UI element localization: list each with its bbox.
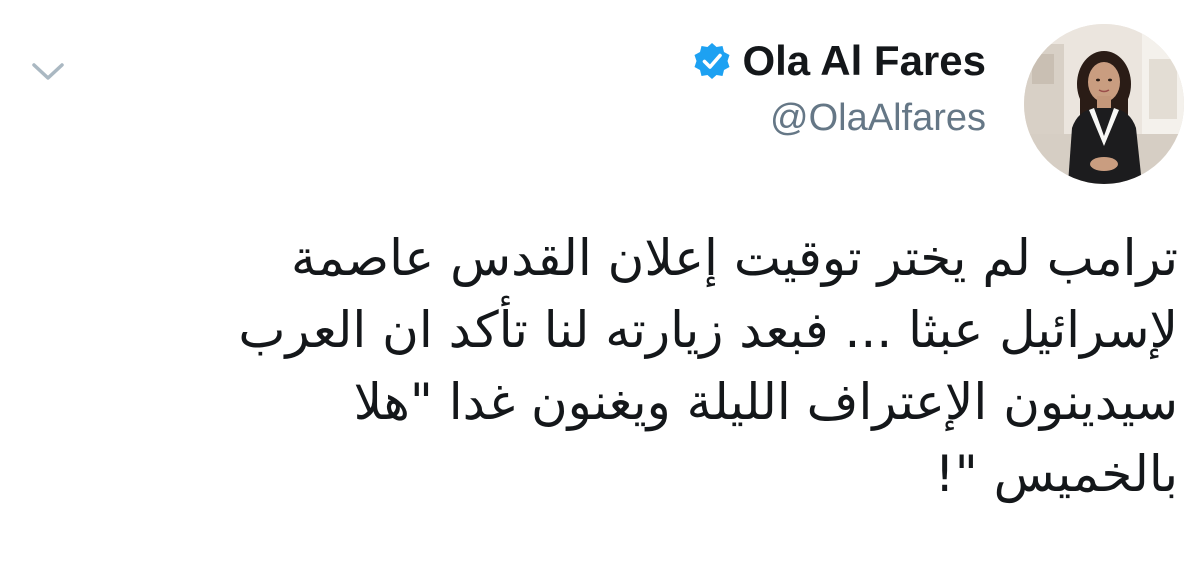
tweet-card: Ola Al Fares @OlaAlfares ترامب لم يختر ت… bbox=[0, 0, 1200, 579]
verified-badge-icon bbox=[694, 43, 730, 80]
tweet-text-line: ترامب لم يختر توقيت إعلان القدس عاصمة bbox=[290, 229, 1178, 287]
tweet-text-line: سيدينون الإعتراف الليلة ويغنون غدا "هلا bbox=[353, 373, 1178, 431]
profile-photo bbox=[1024, 24, 1184, 184]
author-display-name[interactable]: Ola Al Fares bbox=[742, 37, 986, 84]
tweet-text-line: لإسرائيل عبثا ... فبعد زيارته لنا تأكد ا… bbox=[238, 301, 1178, 359]
chevron-down-icon bbox=[32, 63, 64, 80]
author-name-row: Ola Al Fares bbox=[692, 37, 986, 84]
tweet-author[interactable]: Ola Al Fares @OlaAlfares bbox=[692, 37, 986, 140]
avatar[interactable] bbox=[1024, 24, 1184, 184]
tweet-text: ترامب لم يختر توقيت إعلان القدس عاصمة لإ… bbox=[60, 222, 1178, 510]
tweet-text-line: بالخميس "! bbox=[934, 445, 1178, 503]
tweet-menu-button[interactable] bbox=[28, 56, 68, 86]
author-handle[interactable]: @OlaAlfares bbox=[692, 97, 986, 140]
